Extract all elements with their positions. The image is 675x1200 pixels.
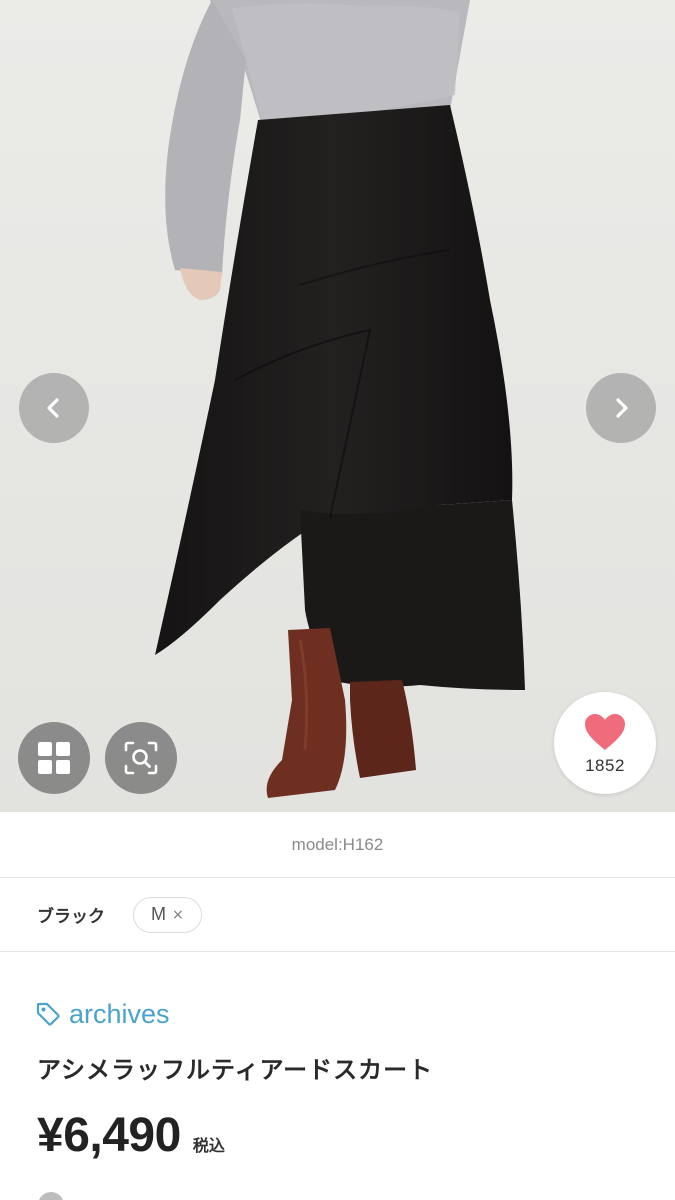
image-search-icon (124, 741, 158, 775)
remove-size-icon[interactable]: × (172, 907, 184, 923)
size-chip[interactable]: M × (133, 896, 202, 933)
shop-name[interactable]: archives (69, 999, 170, 1030)
selected-color-label: ブラック (37, 907, 105, 927)
model-info-row: model:H162 (0, 812, 675, 878)
product-title: アシメラッフルティアードスカート (37, 1056, 434, 1084)
tag-icon (36, 1002, 60, 1026)
image-grid-button[interactable] (18, 722, 90, 794)
chevron-right-icon (616, 398, 628, 418)
price-row: ¥6,490 税込 (37, 1108, 225, 1163)
product-price: ¥6,490 (37, 1109, 181, 1162)
variant-row: ブラック M × (0, 878, 675, 952)
image-search-button[interactable] (105, 722, 177, 794)
size-label: M (151, 904, 166, 924)
product-photo (0, 0, 675, 812)
like-button[interactable]: 1852 (554, 692, 656, 794)
heart-icon (585, 714, 625, 750)
partial-icon (38, 1192, 64, 1200)
chevron-left-icon (47, 398, 59, 418)
grid-icon (38, 742, 70, 774)
shop-link[interactable]: archives (35, 996, 170, 1032)
product-image-gallery[interactable]: 1852 (0, 0, 675, 812)
prev-image-button[interactable] (19, 373, 89, 443)
tax-included-label: 税込 (192, 1136, 225, 1155)
next-image-button[interactable] (586, 373, 656, 443)
product-page: 1852 model:H162 ブラック M × archives アシメラッフ… (0, 0, 675, 1200)
model-height-text: model:H162 (291, 834, 384, 854)
like-count: 1852 (585, 756, 625, 775)
